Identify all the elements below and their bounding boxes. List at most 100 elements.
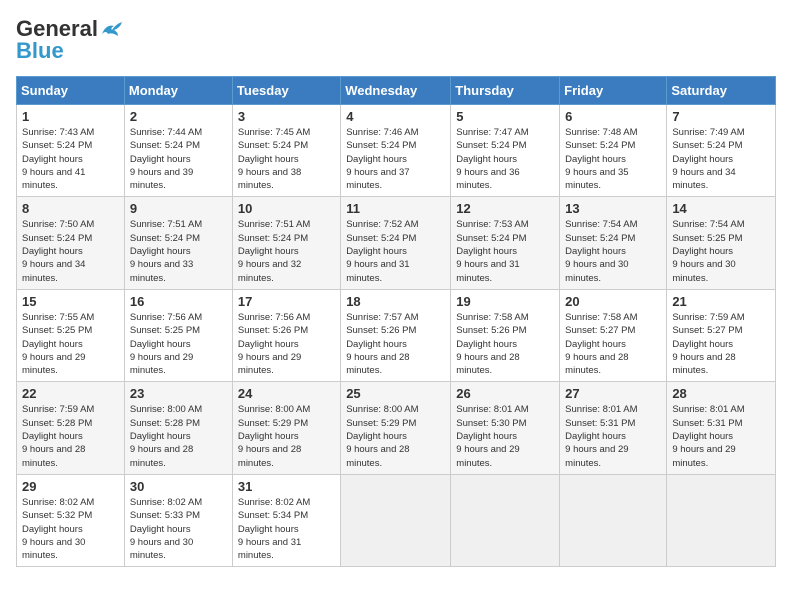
calendar-cell: 1 Sunrise: 7:43 AM Sunset: 5:24 PM Dayli…	[17, 105, 125, 197]
calendar-cell: 30 Sunrise: 8:02 AM Sunset: 5:33 PM Dayl…	[124, 474, 232, 566]
day-info: Sunrise: 7:56 AM Sunset: 5:25 PM Dayligh…	[130, 311, 227, 377]
day-info: Sunrise: 7:55 AM Sunset: 5:25 PM Dayligh…	[22, 311, 119, 377]
day-info: Sunrise: 7:50 AM Sunset: 5:24 PM Dayligh…	[22, 218, 119, 284]
day-info: Sunrise: 7:48 AM Sunset: 5:24 PM Dayligh…	[565, 126, 661, 192]
calendar-table: SundayMondayTuesdayWednesdayThursdayFrid…	[16, 76, 776, 567]
logo-bird-icon	[100, 20, 122, 38]
calendar-cell: 22 Sunrise: 7:59 AM Sunset: 5:28 PM Dayl…	[17, 382, 125, 474]
day-number: 2	[130, 109, 227, 124]
day-info: Sunrise: 7:44 AM Sunset: 5:24 PM Dayligh…	[130, 126, 227, 192]
calendar-cell: 10 Sunrise: 7:51 AM Sunset: 5:24 PM Dayl…	[232, 197, 340, 289]
weekday-header-thursday: Thursday	[451, 77, 560, 105]
calendar-cell	[560, 474, 667, 566]
day-info: Sunrise: 7:53 AM Sunset: 5:24 PM Dayligh…	[456, 218, 554, 284]
day-info: Sunrise: 8:01 AM Sunset: 5:30 PM Dayligh…	[456, 403, 554, 469]
day-info: Sunrise: 7:51 AM Sunset: 5:24 PM Dayligh…	[130, 218, 227, 284]
day-info: Sunrise: 7:58 AM Sunset: 5:26 PM Dayligh…	[456, 311, 554, 377]
day-info: Sunrise: 7:49 AM Sunset: 5:24 PM Dayligh…	[672, 126, 770, 192]
calendar-cell: 14 Sunrise: 7:54 AM Sunset: 5:25 PM Dayl…	[667, 197, 776, 289]
calendar-cell: 25 Sunrise: 8:00 AM Sunset: 5:29 PM Dayl…	[341, 382, 451, 474]
day-number: 7	[672, 109, 770, 124]
day-number: 14	[672, 201, 770, 216]
calendar-cell: 15 Sunrise: 7:55 AM Sunset: 5:25 PM Dayl…	[17, 289, 125, 381]
weekday-header-tuesday: Tuesday	[232, 77, 340, 105]
calendar-cell: 7 Sunrise: 7:49 AM Sunset: 5:24 PM Dayli…	[667, 105, 776, 197]
calendar-cell: 27 Sunrise: 8:01 AM Sunset: 5:31 PM Dayl…	[560, 382, 667, 474]
calendar-cell: 2 Sunrise: 7:44 AM Sunset: 5:24 PM Dayli…	[124, 105, 232, 197]
day-number: 13	[565, 201, 661, 216]
calendar-cell: 13 Sunrise: 7:54 AM Sunset: 5:24 PM Dayl…	[560, 197, 667, 289]
weekday-header-monday: Monday	[124, 77, 232, 105]
calendar-cell: 28 Sunrise: 8:01 AM Sunset: 5:31 PM Dayl…	[667, 382, 776, 474]
calendar-cell	[451, 474, 560, 566]
day-number: 24	[238, 386, 335, 401]
day-info: Sunrise: 7:58 AM Sunset: 5:27 PM Dayligh…	[565, 311, 661, 377]
calendar-cell: 29 Sunrise: 8:02 AM Sunset: 5:32 PM Dayl…	[17, 474, 125, 566]
day-info: Sunrise: 8:02 AM Sunset: 5:34 PM Dayligh…	[238, 496, 335, 562]
calendar-cell: 8 Sunrise: 7:50 AM Sunset: 5:24 PM Dayli…	[17, 197, 125, 289]
calendar-cell: 26 Sunrise: 8:01 AM Sunset: 5:30 PM Dayl…	[451, 382, 560, 474]
calendar-cell: 21 Sunrise: 7:59 AM Sunset: 5:27 PM Dayl…	[667, 289, 776, 381]
logo-text-blue: Blue	[16, 38, 64, 64]
calendar-cell: 31 Sunrise: 8:02 AM Sunset: 5:34 PM Dayl…	[232, 474, 340, 566]
day-info: Sunrise: 7:51 AM Sunset: 5:24 PM Dayligh…	[238, 218, 335, 284]
day-info: Sunrise: 7:45 AM Sunset: 5:24 PM Dayligh…	[238, 126, 335, 192]
day-number: 17	[238, 294, 335, 309]
day-number: 3	[238, 109, 335, 124]
day-number: 16	[130, 294, 227, 309]
day-info: Sunrise: 8:00 AM Sunset: 5:29 PM Dayligh…	[238, 403, 335, 469]
day-info: Sunrise: 8:01 AM Sunset: 5:31 PM Dayligh…	[565, 403, 661, 469]
day-number: 20	[565, 294, 661, 309]
day-info: Sunrise: 7:57 AM Sunset: 5:26 PM Dayligh…	[346, 311, 445, 377]
calendar-cell: 16 Sunrise: 7:56 AM Sunset: 5:25 PM Dayl…	[124, 289, 232, 381]
day-number: 6	[565, 109, 661, 124]
day-number: 28	[672, 386, 770, 401]
day-number: 12	[456, 201, 554, 216]
calendar-cell	[667, 474, 776, 566]
day-number: 21	[672, 294, 770, 309]
day-number: 1	[22, 109, 119, 124]
day-info: Sunrise: 7:47 AM Sunset: 5:24 PM Dayligh…	[456, 126, 554, 192]
calendar-cell: 19 Sunrise: 7:58 AM Sunset: 5:26 PM Dayl…	[451, 289, 560, 381]
calendar-cell: 3 Sunrise: 7:45 AM Sunset: 5:24 PM Dayli…	[232, 105, 340, 197]
day-info: Sunrise: 7:54 AM Sunset: 5:25 PM Dayligh…	[672, 218, 770, 284]
day-number: 31	[238, 479, 335, 494]
calendar-cell: 4 Sunrise: 7:46 AM Sunset: 5:24 PM Dayli…	[341, 105, 451, 197]
day-info: Sunrise: 7:54 AM Sunset: 5:24 PM Dayligh…	[565, 218, 661, 284]
day-number: 18	[346, 294, 445, 309]
weekday-header-saturday: Saturday	[667, 77, 776, 105]
day-info: Sunrise: 7:52 AM Sunset: 5:24 PM Dayligh…	[346, 218, 445, 284]
day-info: Sunrise: 7:46 AM Sunset: 5:24 PM Dayligh…	[346, 126, 445, 192]
day-number: 27	[565, 386, 661, 401]
day-number: 30	[130, 479, 227, 494]
logo: General Blue	[16, 16, 122, 64]
day-number: 4	[346, 109, 445, 124]
day-info: Sunrise: 7:59 AM Sunset: 5:27 PM Dayligh…	[672, 311, 770, 377]
weekday-header-sunday: Sunday	[17, 77, 125, 105]
day-number: 11	[346, 201, 445, 216]
calendar-cell: 12 Sunrise: 7:53 AM Sunset: 5:24 PM Dayl…	[451, 197, 560, 289]
day-info: Sunrise: 7:43 AM Sunset: 5:24 PM Dayligh…	[22, 126, 119, 192]
calendar-cell: 6 Sunrise: 7:48 AM Sunset: 5:24 PM Dayli…	[560, 105, 667, 197]
calendar-cell: 11 Sunrise: 7:52 AM Sunset: 5:24 PM Dayl…	[341, 197, 451, 289]
day-number: 23	[130, 386, 227, 401]
day-number: 29	[22, 479, 119, 494]
calendar-cell	[341, 474, 451, 566]
calendar-cell: 24 Sunrise: 8:00 AM Sunset: 5:29 PM Dayl…	[232, 382, 340, 474]
day-info: Sunrise: 8:02 AM Sunset: 5:33 PM Dayligh…	[130, 496, 227, 562]
day-info: Sunrise: 7:59 AM Sunset: 5:28 PM Dayligh…	[22, 403, 119, 469]
calendar-cell: 9 Sunrise: 7:51 AM Sunset: 5:24 PM Dayli…	[124, 197, 232, 289]
day-number: 25	[346, 386, 445, 401]
weekday-header-friday: Friday	[560, 77, 667, 105]
day-number: 15	[22, 294, 119, 309]
weekday-header-wednesday: Wednesday	[341, 77, 451, 105]
day-info: Sunrise: 8:00 AM Sunset: 5:28 PM Dayligh…	[130, 403, 227, 469]
calendar-cell: 17 Sunrise: 7:56 AM Sunset: 5:26 PM Dayl…	[232, 289, 340, 381]
day-number: 10	[238, 201, 335, 216]
calendar-cell: 23 Sunrise: 8:00 AM Sunset: 5:28 PM Dayl…	[124, 382, 232, 474]
day-info: Sunrise: 8:00 AM Sunset: 5:29 PM Dayligh…	[346, 403, 445, 469]
day-number: 19	[456, 294, 554, 309]
day-number: 9	[130, 201, 227, 216]
day-number: 22	[22, 386, 119, 401]
calendar-cell: 5 Sunrise: 7:47 AM Sunset: 5:24 PM Dayli…	[451, 105, 560, 197]
